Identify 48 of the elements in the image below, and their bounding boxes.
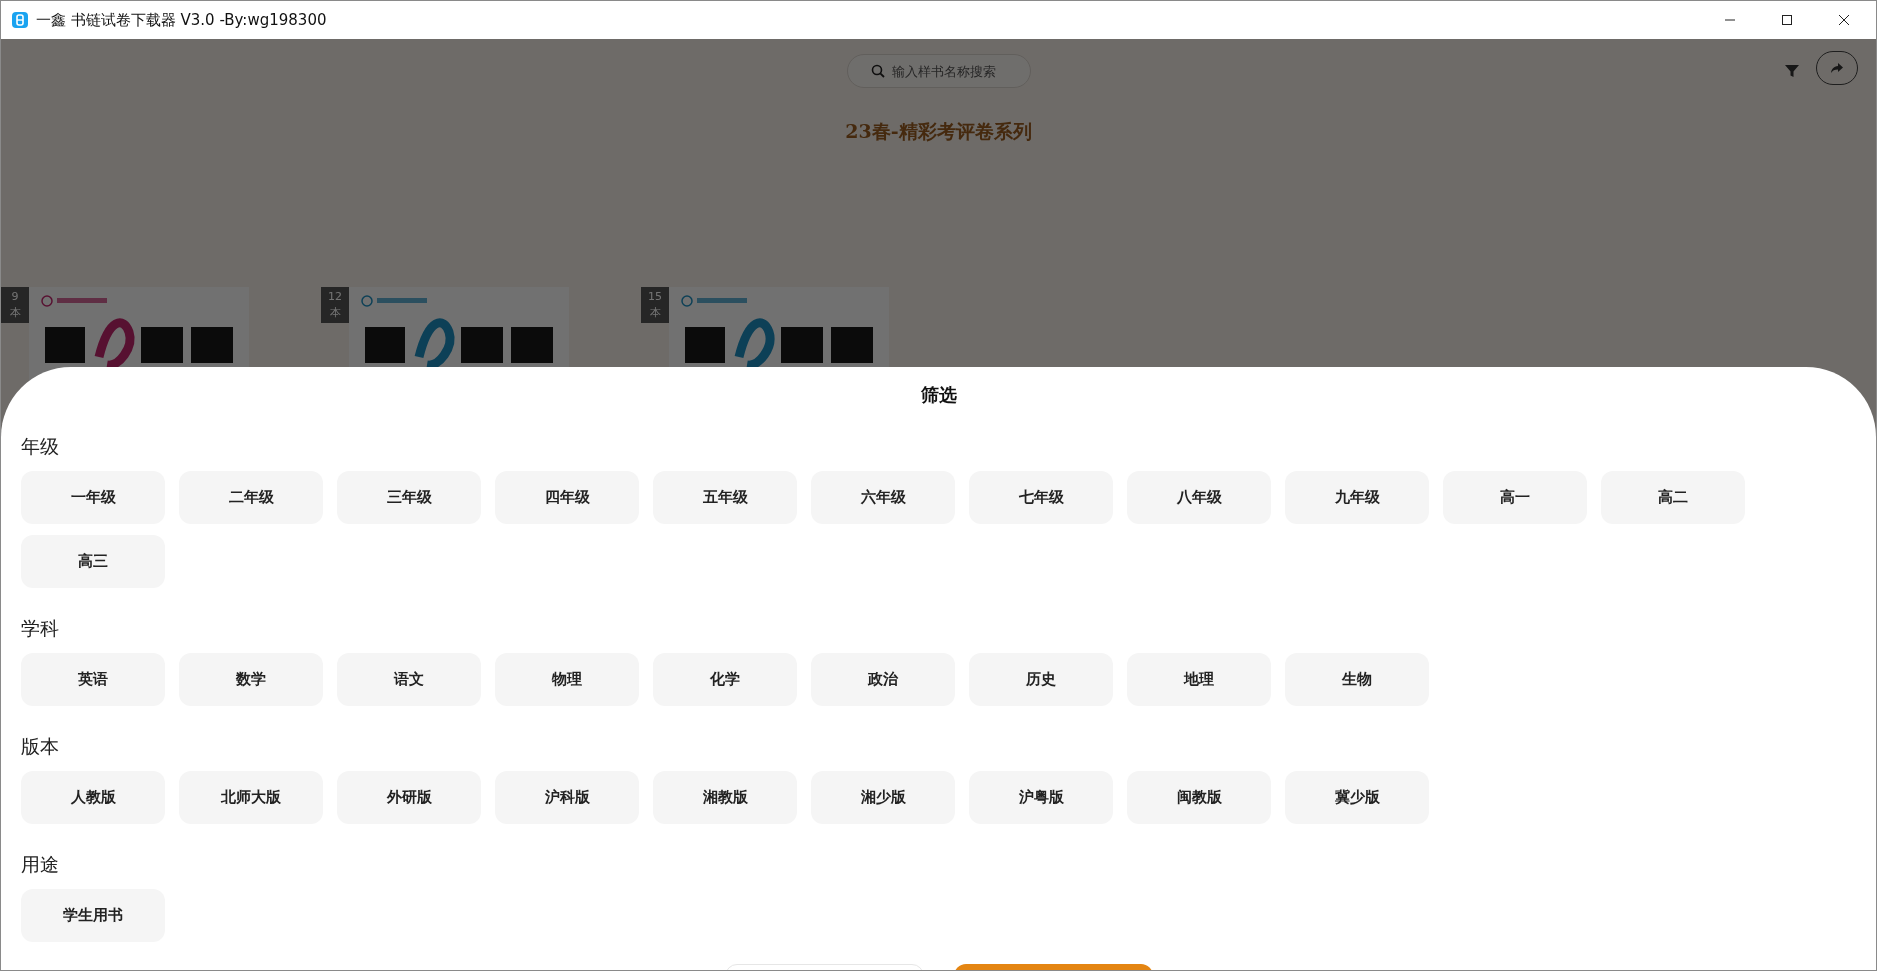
count-badge: 9 本	[1, 287, 29, 323]
filter-option[interactable]: 沪粤版	[969, 771, 1113, 824]
section-label: 学科	[21, 616, 60, 640]
filter-option[interactable]: 北师大版	[179, 771, 323, 824]
filter-option[interactable]: 生物	[1285, 653, 1429, 706]
section-label: 年级	[21, 434, 60, 458]
filter-option[interactable]: 五年级	[653, 471, 797, 524]
filter-option[interactable]: 四年级	[495, 471, 639, 524]
filter-option[interactable]: 八年级	[1127, 471, 1271, 524]
filter-option[interactable]: 物理	[495, 653, 639, 706]
count-badge: 12 本	[321, 287, 349, 323]
filter-option[interactable]: 数学	[179, 653, 323, 706]
filter-option[interactable]: 外研版	[337, 771, 481, 824]
filter-option[interactable]: 语文	[337, 653, 481, 706]
filter-option[interactable]: 湘教版	[653, 771, 797, 824]
section-label: 用途	[21, 852, 60, 876]
search-field[interactable]: 输入样书名称搜索	[846, 54, 1031, 88]
filter-option[interactable]: 英语	[21, 653, 165, 706]
filter-option[interactable]: 高二	[1601, 471, 1745, 524]
filter-option[interactable]: 学生用书	[21, 889, 165, 942]
filter-option[interactable]: 二年级	[179, 471, 323, 524]
share-arrow-icon	[1829, 60, 1845, 76]
filter-option[interactable]: 沪科版	[495, 771, 639, 824]
window-title: 一鑫 书链试卷下载器 V3.0 -By:wg198300	[36, 10, 327, 30]
filter-option[interactable]: 历史	[969, 653, 1113, 706]
app-icon	[12, 12, 28, 28]
series-heading: 23春-精彩考评卷系列	[844, 119, 1033, 144]
filter-option[interactable]: 六年级	[811, 471, 955, 524]
filter-option[interactable]: 一年级	[21, 471, 165, 524]
filter-option[interactable]: 三年级	[337, 471, 481, 524]
filter-option[interactable]: 政治	[811, 653, 955, 706]
section-label: 版本	[21, 734, 60, 758]
filter-option[interactable]: 高三	[21, 535, 165, 588]
filter-option[interactable]: 七年级	[969, 471, 1113, 524]
filter-option[interactable]: 地理	[1127, 653, 1271, 706]
filter-option[interactable]: 湘少版	[811, 771, 955, 824]
filter-option[interactable]: 人教版	[21, 771, 165, 824]
filter-option[interactable]: 九年级	[1285, 471, 1429, 524]
filter-option[interactable]: 高一	[1443, 471, 1587, 524]
search-icon	[870, 64, 885, 78]
count-badge: 15 本	[641, 287, 669, 323]
close-icon[interactable]	[1838, 14, 1850, 26]
filter-option[interactable]: 化学	[653, 653, 797, 706]
filter-option[interactable]: 闽教版	[1127, 771, 1271, 824]
maximize-icon[interactable]	[1781, 14, 1793, 26]
sheet-title: 筛选	[919, 383, 958, 407]
filter-icon[interactable]	[1784, 63, 1800, 79]
filter-option[interactable]: 冀少版	[1285, 771, 1429, 824]
